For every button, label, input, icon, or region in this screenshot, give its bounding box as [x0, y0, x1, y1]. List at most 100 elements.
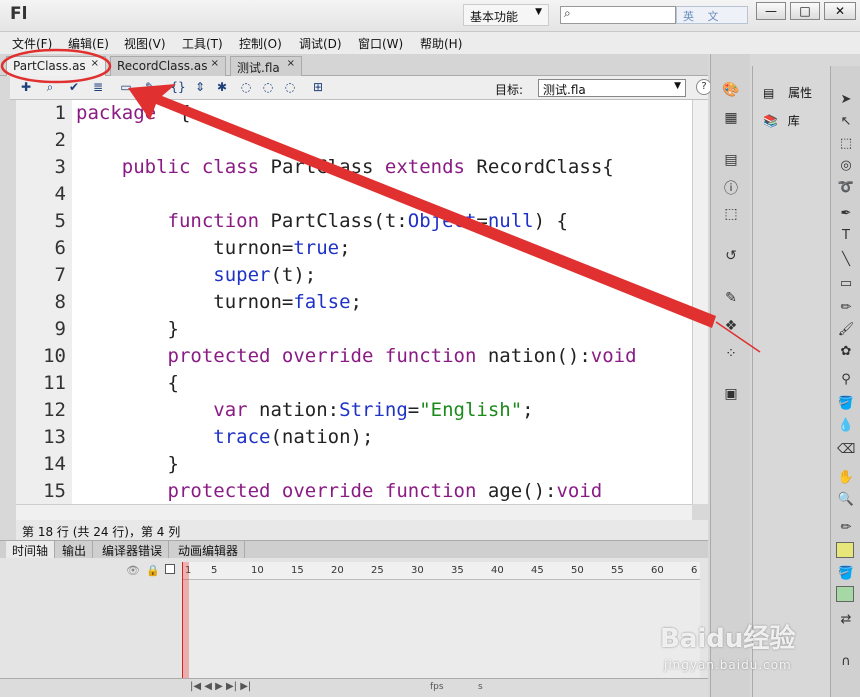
expand-all-icon[interactable]: ✱ — [214, 79, 230, 95]
library-item[interactable]: 📚 库 — [763, 112, 800, 129]
playhead[interactable] — [182, 562, 189, 682]
paint-bucket-tool-icon[interactable]: 🪣 — [837, 396, 855, 414]
eyedropper-tool-icon[interactable]: 💧 — [837, 418, 855, 436]
find-icon[interactable]: ⌕ — [42, 79, 58, 95]
eye-icon[interactable]: 👁 — [126, 564, 140, 577]
free-transform-tool-icon[interactable]: ⬚ — [837, 136, 855, 154]
code-snippets-icon[interactable]: ✎ — [721, 290, 741, 308]
zoom-tool-icon[interactable]: 🔍 — [837, 492, 855, 510]
minimize-button[interactable]: — — [756, 2, 786, 20]
code-line[interactable]: package { — [76, 102, 190, 124]
fill-color-swatch[interactable] — [836, 586, 854, 602]
bone-tool-icon[interactable]: ⚲ — [837, 372, 855, 390]
info-icon[interactable]: ⓘ — [721, 178, 741, 197]
properties-item[interactable]: ▤ 属性 — [763, 84, 812, 101]
fill-color-icon[interactable]: 🪣 — [837, 566, 855, 584]
deco-tool-icon[interactable]: ✿ — [837, 344, 855, 362]
code-hint-icon[interactable]: ▭ — [118, 79, 134, 95]
transform-icon[interactable]: ⬚ — [721, 206, 741, 224]
menu-tools[interactable]: 工具(T) — [182, 35, 223, 52]
outline-icon[interactable] — [165, 564, 175, 574]
eraser-tool-icon[interactable]: ⌫ — [837, 442, 855, 460]
align-icon[interactable]: ▤ — [721, 152, 741, 170]
menu-file[interactable]: 文件(F) — [12, 35, 52, 52]
frame-tick: 40 — [491, 565, 504, 576]
vertical-scrollbar[interactable] — [692, 100, 708, 504]
code-line[interactable]: turnon=true; — [76, 237, 350, 259]
check-syntax-icon[interactable]: ✔ — [66, 79, 82, 95]
maximize-button[interactable]: □ — [790, 2, 820, 20]
help-search-input[interactable]: ⌕ — [560, 6, 676, 24]
remove-comment-icon[interactable]: ◌ — [282, 79, 298, 95]
code-line[interactable]: } — [76, 453, 179, 475]
color-palette-icon[interactable]: 🎨 — [721, 82, 741, 100]
menu-edit[interactable]: 编辑(E) — [68, 35, 109, 52]
motion-presets-icon[interactable]: ⁘ — [721, 346, 741, 364]
selection-tool-icon[interactable]: ➤ — [837, 92, 855, 110]
pencil-tool-icon[interactable]: ✏ — [837, 300, 855, 318]
frame-tick: 55 — [611, 565, 624, 576]
menu-control[interactable]: 控制(O) — [239, 35, 282, 52]
tab-compiler-errors[interactable]: 编译器错误 — [96, 541, 170, 559]
pen-tool-icon[interactable]: ✒ — [837, 206, 855, 224]
line-tool-icon[interactable]: ╲ — [837, 252, 855, 270]
text-tool-icon[interactable]: T — [837, 228, 855, 246]
lock-icon[interactable]: 🔒 — [146, 564, 160, 577]
components-icon[interactable]: ❖ — [721, 318, 741, 336]
auto-format-icon[interactable]: ≣ — [90, 79, 106, 95]
code-line[interactable]: protected override function age():void — [76, 480, 603, 502]
properties-library-panel: ▤ 属性 📚 库 — [752, 66, 828, 697]
apply-line-comment-icon[interactable]: ◌ — [260, 79, 276, 95]
debug-options-icon[interactable]: ✎ — [142, 79, 158, 95]
tab-partclass[interactable]: PartClass.as × — [6, 56, 106, 76]
workspace-switcher[interactable]: 基本功能 ▼ — [463, 4, 549, 26]
code-line[interactable]: turnon=false; — [76, 291, 362, 313]
code-line[interactable]: var nation:String="English"; — [76, 399, 533, 421]
menu-help[interactable]: 帮助(H) — [420, 35, 462, 52]
horizontal-scrollbar[interactable] — [16, 504, 692, 520]
code-line[interactable]: protected override function nation():voi… — [76, 345, 637, 367]
close-button[interactable]: ✕ — [824, 2, 856, 20]
history-icon[interactable]: ↺ — [721, 248, 741, 266]
code-line[interactable]: { — [76, 372, 179, 394]
tab-timeline[interactable]: 时间轴 — [6, 541, 56, 559]
collapse-selection-icon[interactable]: ⇕ — [192, 79, 208, 95]
menu-view[interactable]: 视图(V) — [124, 35, 166, 52]
close-tab-icon[interactable]: × — [91, 58, 99, 69]
hand-tool-icon[interactable]: ✋ — [837, 470, 855, 488]
menu-debug[interactable]: 调试(D) — [299, 35, 342, 52]
collapse-between-braces-icon[interactable]: {} — [170, 79, 186, 95]
lasso-tool-icon[interactable]: ➰ — [837, 180, 855, 198]
target-select[interactable]: 测试.fla ▼ — [538, 79, 686, 97]
swatches-icon[interactable]: ▦ — [721, 110, 741, 128]
code-editor[interactable]: 1 2 3 4 5 6 7 8 9 10 11 12 13 14 15 pack… — [16, 100, 692, 504]
line-number: 8 — [54, 291, 66, 313]
add-statement-icon[interactable]: ✚ — [18, 79, 34, 95]
playback-controls-icon[interactable]: |◀ ◀ ▶ ▶| ▶| — [190, 681, 251, 692]
ime-indicator[interactable]: 英 文 — [676, 6, 748, 24]
tab-output[interactable]: 输出 — [56, 541, 94, 559]
stroke-color-icon[interactable]: ✏ — [837, 520, 855, 538]
tab-test-fla[interactable]: 测试.fla × — [230, 56, 302, 76]
frame-grid[interactable] — [182, 580, 700, 678]
close-tab-icon[interactable]: × — [287, 58, 295, 69]
3d-rotation-tool-icon[interactable]: ◎ — [837, 158, 855, 176]
close-tab-icon[interactable]: × — [211, 58, 219, 69]
brush-tool-icon[interactable]: 🖌 — [837, 322, 855, 340]
code-line[interactable]: trace(nation); — [76, 426, 373, 448]
search-icon: ⌕ — [564, 6, 571, 20]
code-line[interactable]: public class PartClass extends RecordCla… — [76, 156, 614, 178]
menu-window[interactable]: 窗口(W) — [358, 35, 403, 52]
code-line[interactable]: function PartClass(t:Object=null) { — [76, 210, 568, 232]
code-line[interactable]: } — [76, 318, 179, 340]
project-icon[interactable]: ▣ — [721, 386, 741, 404]
apply-block-comment-icon[interactable]: ◌ — [238, 79, 254, 95]
tab-recordclass[interactable]: RecordClass.as × — [110, 56, 226, 76]
tab-motion-editor[interactable]: 动画编辑器 — [172, 541, 246, 559]
subselection-tool-icon[interactable]: ↖ — [837, 114, 855, 132]
frame-ruler[interactable]: 1 5 10 15 20 25 30 35 40 45 50 55 60 6 — [182, 562, 700, 580]
stroke-color-swatch[interactable] — [836, 542, 854, 558]
rectangle-tool-icon[interactable]: ▭ — [837, 276, 855, 294]
show-hide-toolbox-icon[interactable]: ⊞ — [310, 79, 326, 95]
code-line[interactable]: super(t); — [76, 264, 316, 286]
